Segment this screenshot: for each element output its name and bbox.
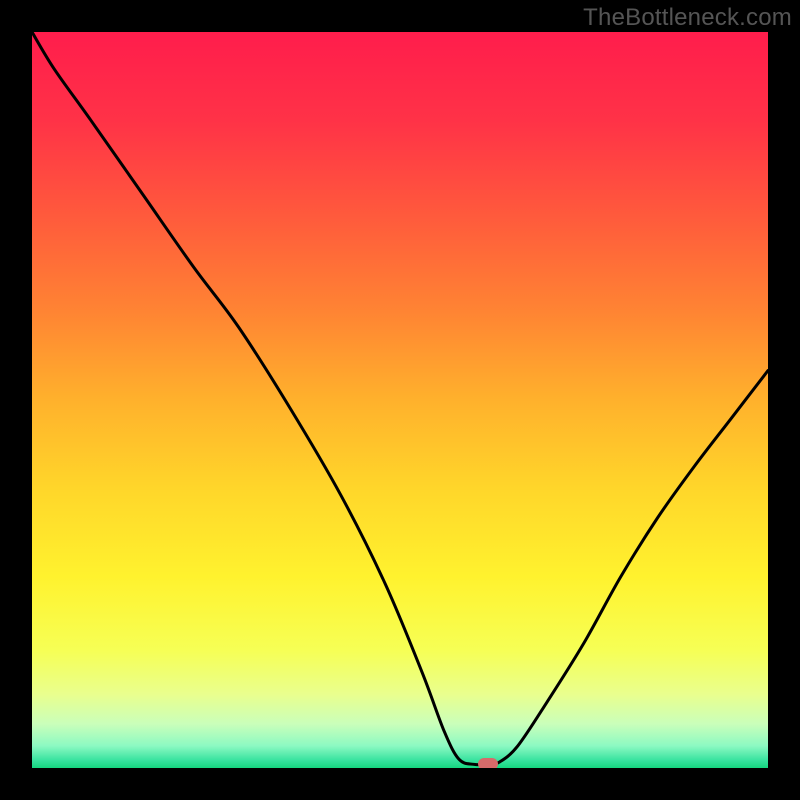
optimal-point-marker xyxy=(478,758,498,768)
plot-area xyxy=(32,32,768,768)
chart-container: TheBottleneck.com xyxy=(0,0,800,800)
bottleneck-curve xyxy=(32,32,768,768)
watermark-text: TheBottleneck.com xyxy=(583,4,792,32)
